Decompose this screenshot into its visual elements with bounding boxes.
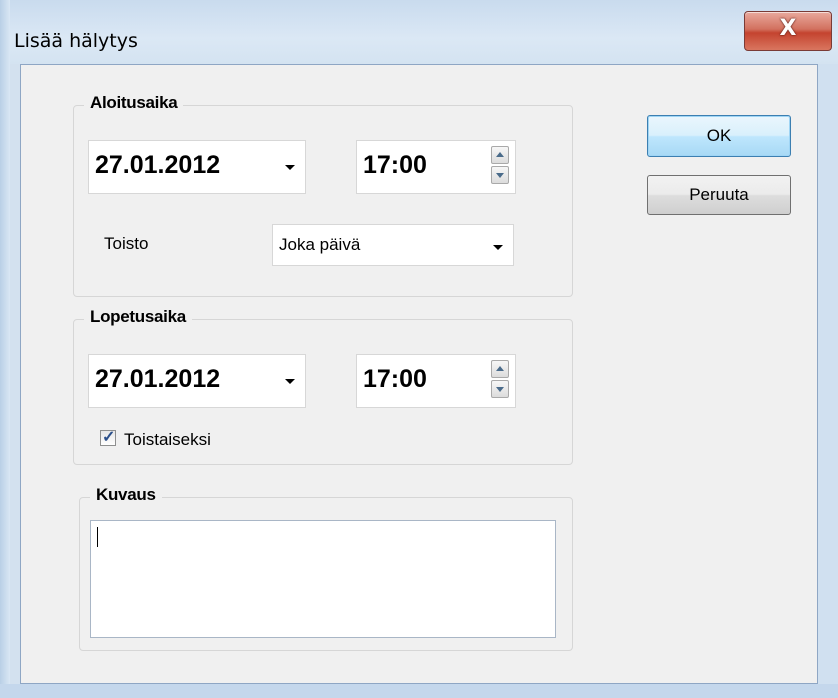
right-frame <box>818 64 838 698</box>
spin-up-button[interactable] <box>491 360 509 378</box>
end-time-group: Lopetusaika 27.01.2012 17:00 ✓ Toistaise… <box>73 307 573 465</box>
start-time-value: 17:00 <box>363 151 427 179</box>
cancel-button[interactable]: Peruuta <box>647 175 791 215</box>
end-date-value: 27.01.2012 <box>95 365 221 393</box>
start-time-legend: Aloitusaika <box>84 93 184 113</box>
description-textarea[interactable] <box>90 520 556 638</box>
end-time-spin-buttons <box>491 360 509 398</box>
dialog-client-area: Aloitusaika 27.01.2012 17:00 Toisto Joka… <box>20 64 818 684</box>
until-further-label[interactable]: Toistaiseksi <box>124 430 211 450</box>
description-legend: Kuvaus <box>90 485 162 505</box>
start-date-value: 27.01.2012 <box>95 151 221 179</box>
close-icon: X <box>779 16 797 41</box>
start-time-spin-buttons <box>491 146 509 184</box>
chevron-down-icon[interactable] <box>285 165 295 170</box>
end-date-picker[interactable]: 27.01.2012 <box>88 354 306 408</box>
end-time-spinner[interactable]: 17:00 <box>356 354 516 408</box>
repeat-value: Joka päivä <box>279 235 361 254</box>
ok-button[interactable]: OK <box>647 115 791 157</box>
repeat-label: Toisto <box>104 234 149 253</box>
spin-up-button[interactable] <box>491 146 509 164</box>
start-time-spinner[interactable]: 17:00 <box>356 140 516 194</box>
arrow-up-icon <box>496 366 504 371</box>
spin-down-button[interactable] <box>491 380 509 398</box>
description-group: Kuvaus <box>79 485 573 651</box>
window-title: Lisää hälytys <box>14 30 138 52</box>
arrow-down-icon <box>496 387 504 392</box>
close-button[interactable]: X <box>744 11 832 51</box>
text-caret <box>97 527 98 547</box>
end-time-value: 17:00 <box>363 365 427 393</box>
chevron-down-icon[interactable] <box>493 245 503 250</box>
arrow-down-icon <box>496 173 504 178</box>
title-bar[interactable]: Lisää hälytys X <box>0 0 838 64</box>
spin-down-button[interactable] <box>491 166 509 184</box>
bottom-frame <box>0 684 838 698</box>
start-date-picker[interactable]: 27.01.2012 <box>88 140 306 194</box>
repeat-dropdown[interactable]: Joka päivä <box>272 224 514 266</box>
ok-button-label: OK <box>706 126 732 145</box>
arrow-up-icon <box>496 152 504 157</box>
left-frame <box>0 0 10 698</box>
start-time-group: Aloitusaika 27.01.2012 17:00 Toisto Joka… <box>73 93 573 297</box>
chevron-down-icon[interactable] <box>285 379 295 384</box>
dialog-window: Lisää hälytys X Aloitusaika 27.01.2012 1… <box>0 0 838 698</box>
end-time-legend: Lopetusaika <box>84 307 192 327</box>
cancel-button-label: Peruuta <box>689 185 749 204</box>
checkmark-icon: ✓ <box>102 429 116 446</box>
until-further-checkbox[interactable]: ✓ <box>100 429 116 446</box>
